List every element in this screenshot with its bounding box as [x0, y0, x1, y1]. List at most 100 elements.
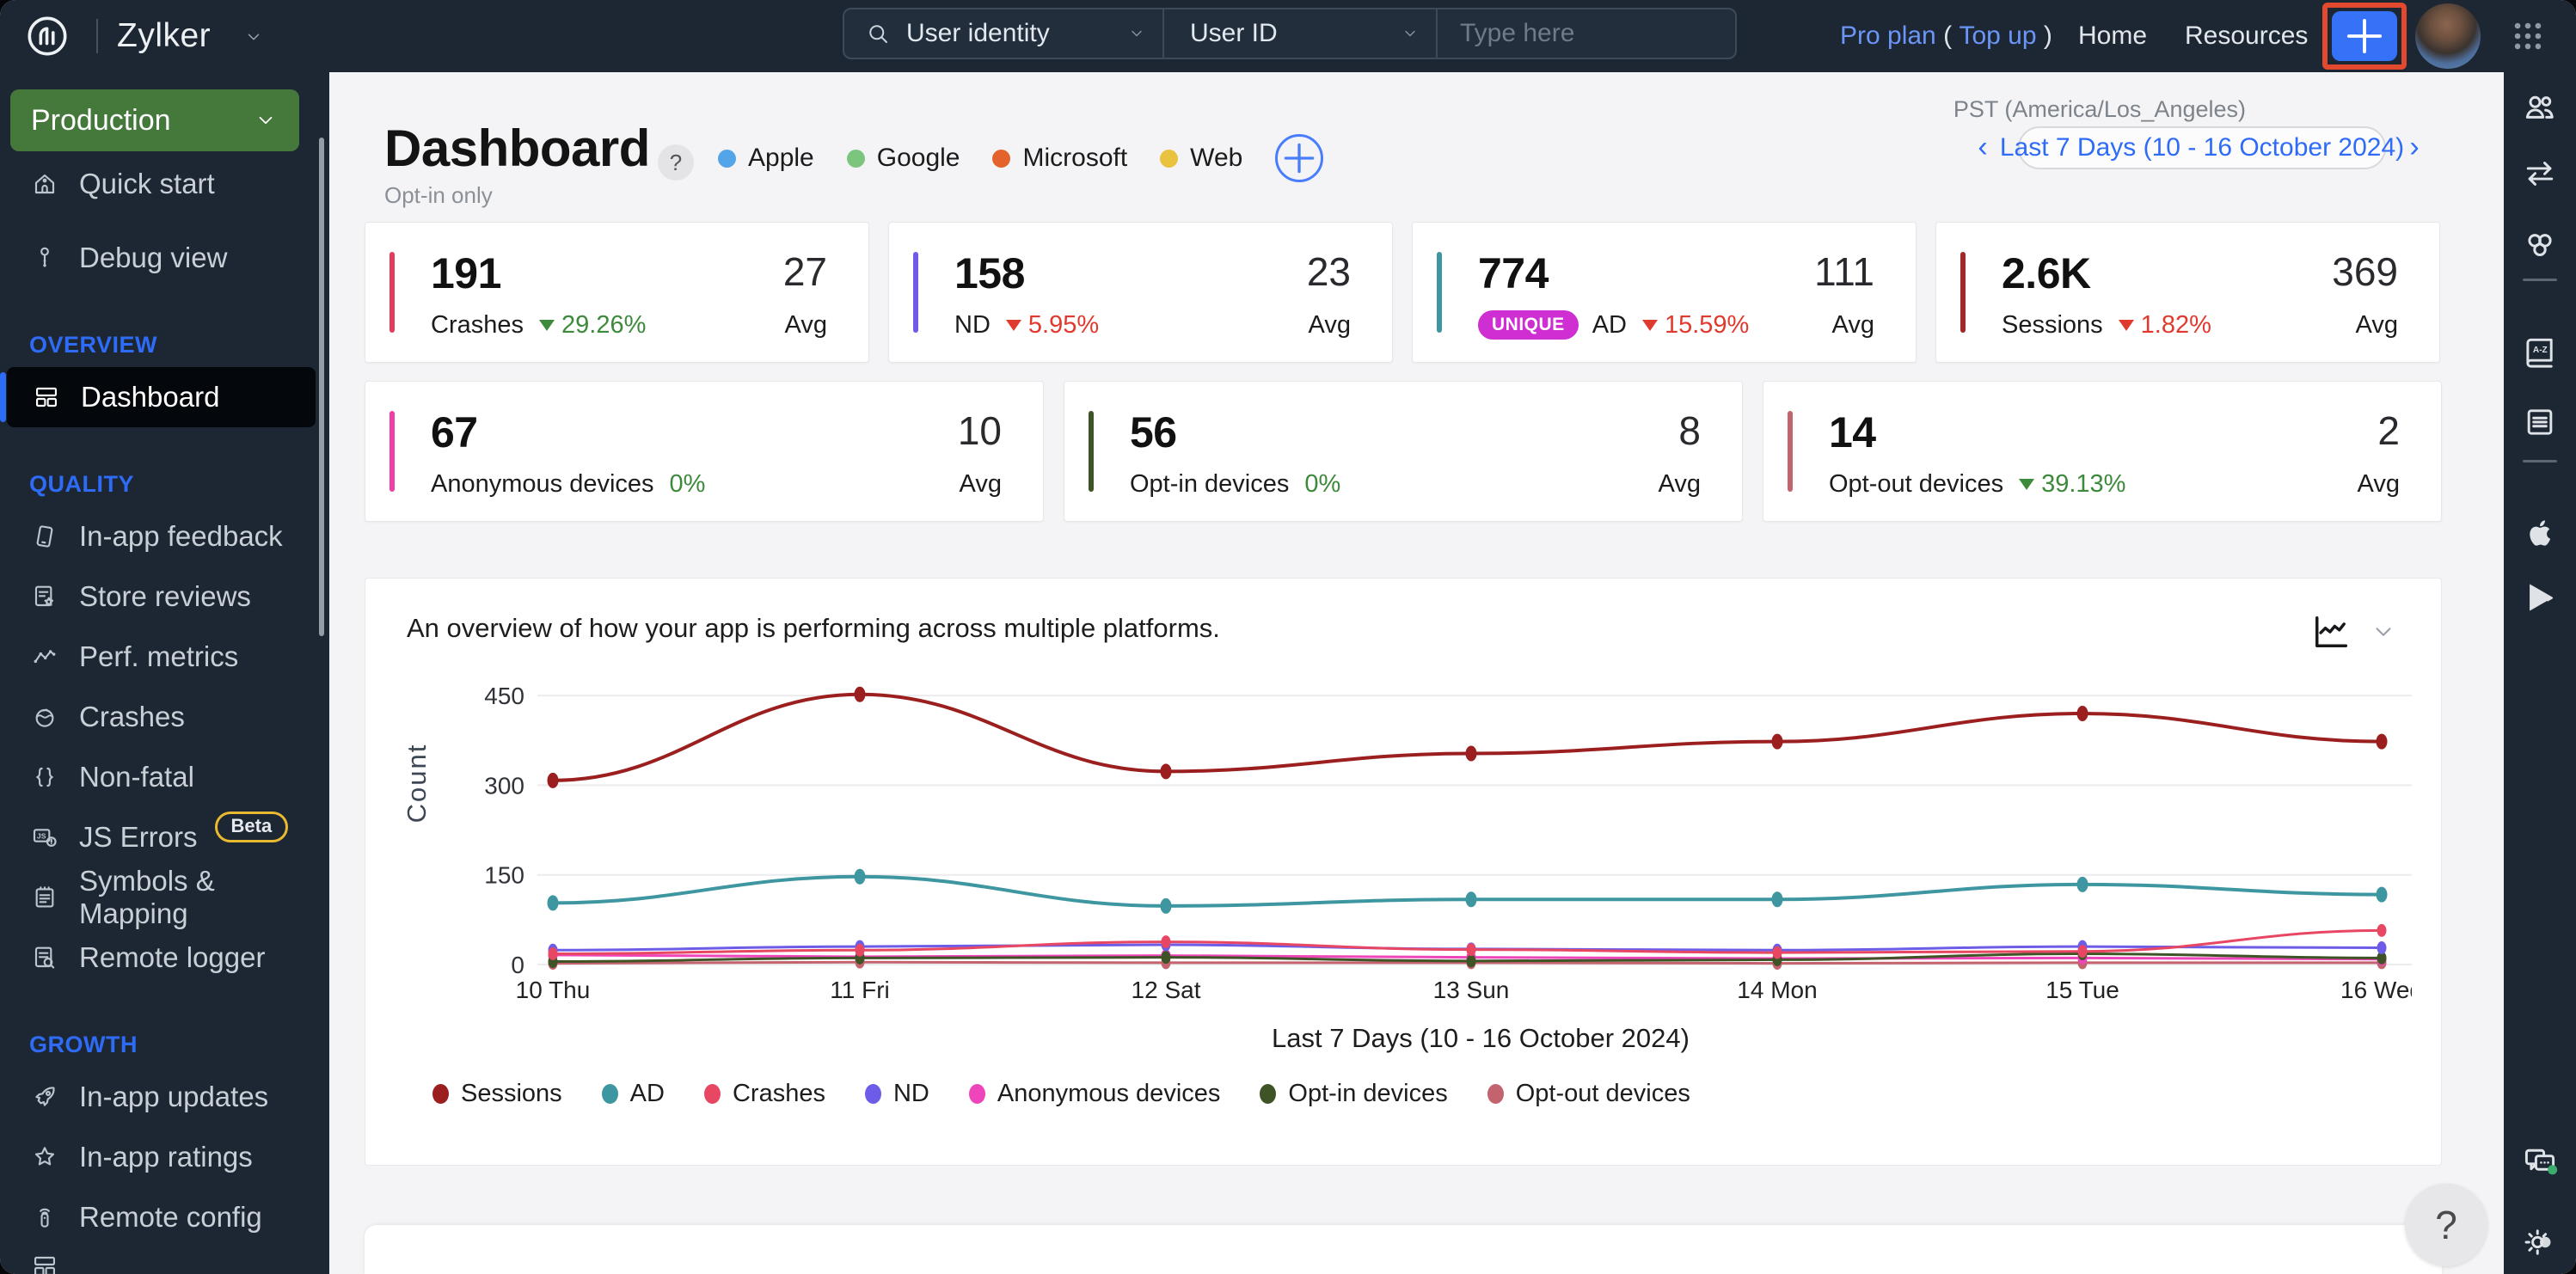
- legend-item-opt-out-devices[interactable]: Opt-out devices: [1487, 1080, 1690, 1108]
- card-avg-value: 10: [957, 408, 1002, 453]
- beta-badge: Beta: [214, 812, 289, 842]
- card-accent-bar: [389, 411, 395, 492]
- stat-card-opt-in-devices[interactable]: 56 8 Opt-in devices 0% Avg: [1064, 381, 1743, 522]
- stat-card-crashes[interactable]: 191 27 Crashes 29.26% Avg: [365, 222, 869, 363]
- brand-name[interactable]: Zylker: [117, 0, 211, 72]
- search-input[interactable]: [1458, 18, 1714, 49]
- apple-icon[interactable]: [2521, 514, 2559, 552]
- environment-selector[interactable]: Production: [10, 89, 299, 151]
- sidebar-item-remote-config[interactable]: Remote config: [0, 1187, 329, 1247]
- stat-card-sessions[interactable]: 2.6K 369 Sessions 1.82% Avg: [1935, 222, 2440, 363]
- sidebar-item-debug-view[interactable]: Debug view: [0, 228, 329, 288]
- stat-card-ad[interactable]: 774 111 UNIQUE AD 15.59% Avg: [1412, 222, 1917, 363]
- platform-dot: [992, 149, 1011, 168]
- brand-chevron-down-icon[interactable]: [244, 28, 263, 46]
- sidebar-item-label: Quick start: [79, 168, 215, 199]
- perf-icon: [31, 643, 58, 671]
- stat-card-nd[interactable]: 158 23 ND 5.95% Avg: [888, 222, 1393, 363]
- legend-dot: [432, 1084, 449, 1104]
- svg-text:A-Z: A-Z: [2533, 346, 2548, 355]
- global-search-bar: User identity User ID: [843, 8, 1737, 59]
- card-label: Anonymous devices: [431, 470, 654, 498]
- app-switcher-grid-icon[interactable]: [2509, 17, 2547, 55]
- overview-line-chart: 450 300 150 0 Count 10 Thu 11 Fri 12 Sat 13 Sun 1…: [402, 683, 2412, 1053]
- card-avg-value: 27: [782, 249, 827, 294]
- book-icon[interactable]: A-Z: [2521, 334, 2559, 371]
- card-avg-value: 111: [1814, 249, 1874, 294]
- title-help-icon[interactable]: ?: [658, 144, 694, 181]
- legend-dot: [1487, 1084, 1504, 1104]
- card-value: 774: [1478, 249, 1549, 297]
- stat-card-opt-out-devices[interactable]: 14 2 Opt-out devices 39.13% Avg: [1763, 381, 2442, 522]
- platform-microsoft[interactable]: Microsoft: [992, 144, 1127, 173]
- stat-cards-row-2: 67 10 Anonymous devices 0% Avg 56 8 Opt-in devi…: [365, 381, 2442, 522]
- sidebar-item-label: JS Errors: [79, 821, 198, 853]
- theme-icon[interactable]: [2521, 1223, 2559, 1261]
- pro-plan-link[interactable]: Pro plan ( Top up ): [1840, 0, 2052, 72]
- add-platform-button[interactable]: [1275, 134, 1324, 182]
- clover-icon[interactable]: [2521, 226, 2559, 264]
- sidebar-item-store-reviews[interactable]: Store reviews: [0, 567, 329, 627]
- sidebar-item-in-app-feedback[interactable]: In-app feedback: [0, 506, 329, 567]
- sidebar-item-in-app-updates[interactable]: In-app updates: [0, 1067, 329, 1127]
- date-next-chevron[interactable]: ›: [2404, 131, 2425, 163]
- doc-icon[interactable]: [2521, 403, 2559, 441]
- sidebar-item-perf-metrics[interactable]: Perf. metrics: [0, 627, 329, 687]
- platform-apple[interactable]: Apple: [718, 144, 814, 173]
- create-button[interactable]: [2332, 11, 2397, 61]
- date-prev-chevron[interactable]: ‹: [1972, 131, 1993, 163]
- sidebar-item-non-fatal[interactable]: Non-fatal: [0, 747, 329, 807]
- home-link[interactable]: Home: [2078, 0, 2147, 72]
- platform-web[interactable]: Web: [1160, 144, 1242, 173]
- sidebar-scrollbar[interactable]: [319, 138, 324, 636]
- people-icon[interactable]: [2521, 89, 2559, 126]
- topbar-divider: [96, 19, 98, 53]
- sidebar-item-quick-start[interactable]: Quick start: [0, 154, 329, 214]
- svg-text:Last 7 Days (10 - 16 October 2: Last 7 Days (10 - 16 October 2024): [1272, 1023, 1690, 1053]
- sidebar-item-label: In-app updates: [79, 1081, 269, 1112]
- card-avg-label: Avg: [2357, 470, 2400, 498]
- chat-icon[interactable]: [2521, 1143, 2559, 1181]
- card-avg-value: 2: [2377, 408, 2400, 453]
- card-avg-label: Avg: [1308, 311, 1351, 339]
- app-logo-icon[interactable]: [24, 13, 71, 59]
- legend-item-opt-in-devices[interactable]: Opt-in devices: [1260, 1080, 1448, 1108]
- js-icon: JS: [31, 824, 58, 851]
- legend-label: Crashes: [732, 1080, 825, 1107]
- search-field-dropdown[interactable]: User ID: [1164, 9, 1438, 58]
- search-category-dropdown[interactable]: User identity: [844, 9, 1164, 58]
- legend-dot: [703, 1084, 721, 1104]
- sidebar-item-remote-logger[interactable]: Remote logger: [0, 928, 329, 988]
- top-up-link[interactable]: Top up: [1959, 21, 2036, 50]
- card-delta: 0%: [1304, 470, 1341, 498]
- legend-item-anonymous-devices[interactable]: Anonymous devices: [968, 1080, 1220, 1108]
- card-label: Opt-in devices: [1130, 470, 1290, 498]
- sidebar-item-in-app-ratings[interactable]: In-app ratings: [0, 1127, 329, 1187]
- card-accent-bar: [1437, 252, 1442, 333]
- star-icon: [31, 1143, 58, 1171]
- legend-item-ad[interactable]: AD: [601, 1080, 665, 1108]
- sidebar-item-dashboard[interactable]: Dashboard: [0, 367, 316, 427]
- triangle-down-icon: [539, 320, 555, 331]
- timezone-label: PST (America/Los_Angeles): [1953, 96, 2246, 122]
- svg-text:13 Sun: 13 Sun: [1433, 977, 1510, 1003]
- help-button[interactable]: ?: [2405, 1184, 2487, 1266]
- card-label: Opt-out devices: [1829, 470, 2004, 498]
- legend-item-nd[interactable]: ND: [864, 1080, 929, 1108]
- card-accent-bar: [389, 252, 395, 333]
- sidebar-item-js-errors[interactable]: JS JS Errors Beta: [0, 807, 329, 867]
- resources-link[interactable]: Resources: [2185, 0, 2308, 72]
- rail-divider: [2523, 279, 2557, 281]
- user-avatar[interactable]: [2415, 3, 2481, 69]
- gplay-icon[interactable]: [2521, 579, 2559, 616]
- card-value: 158: [954, 249, 1025, 297]
- sidebar-item-crashes[interactable]: Crashes: [0, 687, 329, 747]
- platform-google[interactable]: Google: [846, 144, 960, 173]
- transfer-icon[interactable]: [2521, 155, 2559, 193]
- sidebar-item-symbols-mapping[interactable]: Symbols & Mapping: [0, 865, 329, 929]
- environment-label: Production: [31, 103, 171, 137]
- legend-item-crashes[interactable]: Crashes: [703, 1080, 825, 1108]
- stat-card-anonymous-devices[interactable]: 67 10 Anonymous devices 0% Avg: [365, 381, 1044, 522]
- legend-item-sessions[interactable]: Sessions: [432, 1080, 562, 1108]
- date-range-selector[interactable]: Last 7 Days (10 - 16 October 2024): [2000, 126, 2404, 169]
